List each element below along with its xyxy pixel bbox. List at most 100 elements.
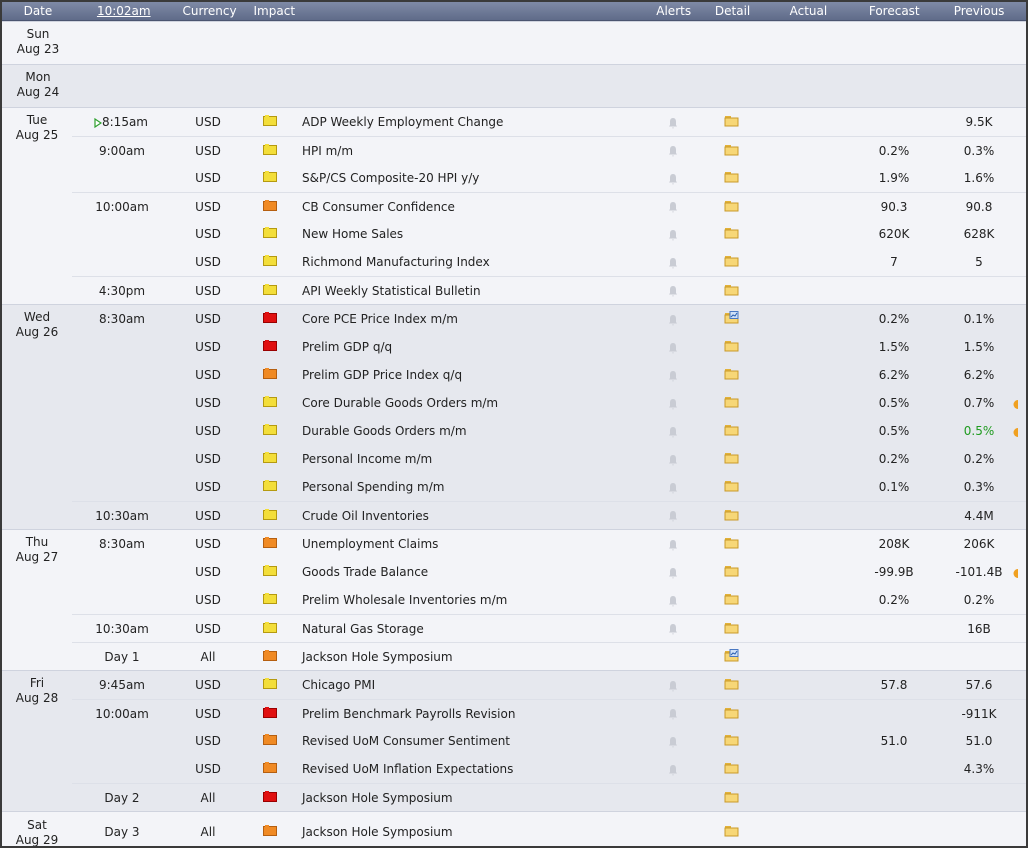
event-title[interactable]: Jackson Hole Symposium: [302, 825, 642, 839]
event-title[interactable]: Core Durable Goods Orders m/m: [302, 396, 642, 410]
event-row[interactable]: 10:00am USD CB Consumer Confidence 90.3 90.8: [72, 192, 1026, 220]
event-alert[interactable]: [642, 144, 704, 158]
folder-icon[interactable]: [724, 621, 740, 634]
bell-icon[interactable]: [668, 229, 678, 241]
folder-icon[interactable]: [724, 339, 740, 352]
bell-icon[interactable]: [668, 257, 678, 269]
folder-icon[interactable]: [724, 367, 740, 380]
bell-icon[interactable]: [668, 285, 678, 297]
event-alert[interactable]: [642, 227, 704, 241]
event-detail[interactable]: [704, 226, 760, 242]
event-row[interactable]: 10:30am USD Crude Oil Inventories 4.4M: [72, 501, 1026, 529]
folder-icon[interactable]: [724, 423, 740, 436]
event-row[interactable]: 8:15am USD ADP Weekly Employment Change 9.5…: [72, 108, 1026, 136]
event-alert[interactable]: [642, 622, 704, 636]
event-alert[interactable]: [642, 312, 704, 326]
bell-icon[interactable]: [668, 595, 678, 607]
event-title[interactable]: Revised UoM Consumer Sentiment: [302, 734, 642, 748]
event-detail[interactable]: [704, 423, 760, 439]
bell-icon[interactable]: [668, 764, 678, 776]
event-detail[interactable]: [704, 824, 760, 840]
event-title[interactable]: Natural Gas Storage: [302, 622, 642, 636]
bell-icon[interactable]: [668, 680, 678, 692]
bell-icon[interactable]: [668, 145, 678, 157]
event-title[interactable]: Prelim Wholesale Inventories m/m: [302, 593, 642, 607]
event-alert[interactable]: [642, 480, 704, 494]
event-title[interactable]: Revised UoM Inflation Expectations: [302, 762, 642, 776]
event-row[interactable]: 10:00am USD Prelim Benchmark Payrolls Revi…: [72, 699, 1026, 727]
event-alert[interactable]: [642, 368, 704, 382]
folder-icon[interactable]: [724, 114, 740, 127]
event-title[interactable]: Personal Spending m/m: [302, 480, 642, 494]
bell-icon[interactable]: [668, 426, 678, 438]
event-title[interactable]: ADP Weekly Employment Change: [302, 115, 642, 129]
folder-icon[interactable]: [724, 790, 740, 803]
event-row[interactable]: USD Revised UoM Consumer Sentiment 51.0 51.…: [72, 727, 1026, 755]
folder-graph-icon[interactable]: [724, 648, 740, 662]
event-title[interactable]: HPI m/m: [302, 144, 642, 158]
bell-icon[interactable]: [668, 117, 678, 129]
header-currency[interactable]: Currency: [174, 4, 246, 18]
event-title[interactable]: Jackson Hole Symposium: [302, 650, 642, 664]
folder-icon[interactable]: [724, 564, 740, 577]
folder-icon[interactable]: [724, 283, 740, 296]
event-row[interactable]: USD Durable Goods Orders m/m 0.5% 0.5%: [72, 417, 1026, 445]
event-alert[interactable]: [642, 255, 704, 269]
header-date[interactable]: Date: [2, 4, 74, 18]
folder-icon[interactable]: [724, 536, 740, 549]
event-alert[interactable]: [642, 284, 704, 298]
event-alert[interactable]: [642, 734, 704, 748]
event-title[interactable]: Core PCE Price Index m/m: [302, 312, 642, 326]
folder-icon[interactable]: [724, 254, 740, 267]
event-row[interactable]: USD Revised UoM Inflation Expectations 4.3…: [72, 755, 1026, 783]
event-alert[interactable]: [642, 200, 704, 214]
event-row[interactable]: USD New Home Sales 620K 628K: [72, 220, 1026, 248]
event-alert[interactable]: [642, 424, 704, 438]
event-detail[interactable]: [704, 254, 760, 270]
event-row[interactable]: 8:30am USD Core PCE Price Index m/m 0.2% 0.1…: [72, 305, 1026, 333]
event-title[interactable]: Goods Trade Balance: [302, 565, 642, 579]
event-alert[interactable]: [642, 115, 704, 129]
bell-icon[interactable]: [668, 623, 678, 635]
event-alert[interactable]: [642, 678, 704, 692]
event-row[interactable]: USD Prelim Wholesale Inventories m/m 0.2% 0…: [72, 586, 1026, 614]
event-detail[interactable]: [704, 479, 760, 495]
event-title[interactable]: Prelim GDP Price Index q/q: [302, 368, 642, 382]
event-alert[interactable]: [642, 537, 704, 551]
event-row[interactable]: 10:30am USD Natural Gas Storage 16B: [72, 614, 1026, 642]
event-detail[interactable]: [704, 199, 760, 215]
event-title[interactable]: Prelim GDP q/q: [302, 340, 642, 354]
folder-icon[interactable]: [724, 226, 740, 239]
event-row[interactable]: 9:00am USD HPI m/m 0.2% 0.3%: [72, 136, 1026, 164]
event-detail[interactable]: [704, 706, 760, 722]
event-row[interactable]: USD Prelim GDP q/q 1.5% 1.5%: [72, 333, 1026, 361]
event-title[interactable]: Durable Goods Orders m/m: [302, 424, 642, 438]
event-title[interactable]: Chicago PMI: [302, 678, 642, 692]
folder-icon[interactable]: [724, 761, 740, 774]
event-row[interactable]: 9:45am USD Chicago PMI 57.8 57.6: [72, 671, 1026, 699]
event-alert[interactable]: [642, 340, 704, 354]
event-row[interactable]: Day 2 All Jackson Hole Symposium: [72, 783, 1026, 811]
event-title[interactable]: Prelim Benchmark Payrolls Revision: [302, 707, 642, 721]
bell-icon[interactable]: [668, 708, 678, 720]
folder-icon[interactable]: [724, 733, 740, 746]
event-title[interactable]: Jackson Hole Symposium: [302, 791, 642, 805]
event-title[interactable]: CB Consumer Confidence: [302, 200, 642, 214]
folder-icon[interactable]: [724, 199, 740, 212]
event-detail[interactable]: [704, 451, 760, 467]
event-row[interactable]: USD Prelim GDP Price Index q/q 6.2% 6.2%: [72, 361, 1026, 389]
event-detail[interactable]: [704, 733, 760, 749]
event-title[interactable]: S&P/CS Composite-20 HPI y/y: [302, 171, 642, 185]
event-detail[interactable]: [704, 536, 760, 552]
bell-icon[interactable]: [668, 482, 678, 494]
event-row[interactable]: USD Personal Income m/m 0.2% 0.2%: [72, 445, 1026, 473]
bell-icon[interactable]: [668, 342, 678, 354]
event-detail[interactable]: [704, 367, 760, 383]
bell-icon[interactable]: [668, 201, 678, 213]
event-detail[interactable]: [704, 677, 760, 693]
folder-icon[interactable]: [724, 677, 740, 690]
folder-icon[interactable]: [724, 508, 740, 521]
event-row[interactable]: USD Personal Spending m/m 0.1% 0.3%: [72, 473, 1026, 501]
bell-icon[interactable]: [668, 398, 678, 410]
bell-icon[interactable]: [668, 510, 678, 522]
